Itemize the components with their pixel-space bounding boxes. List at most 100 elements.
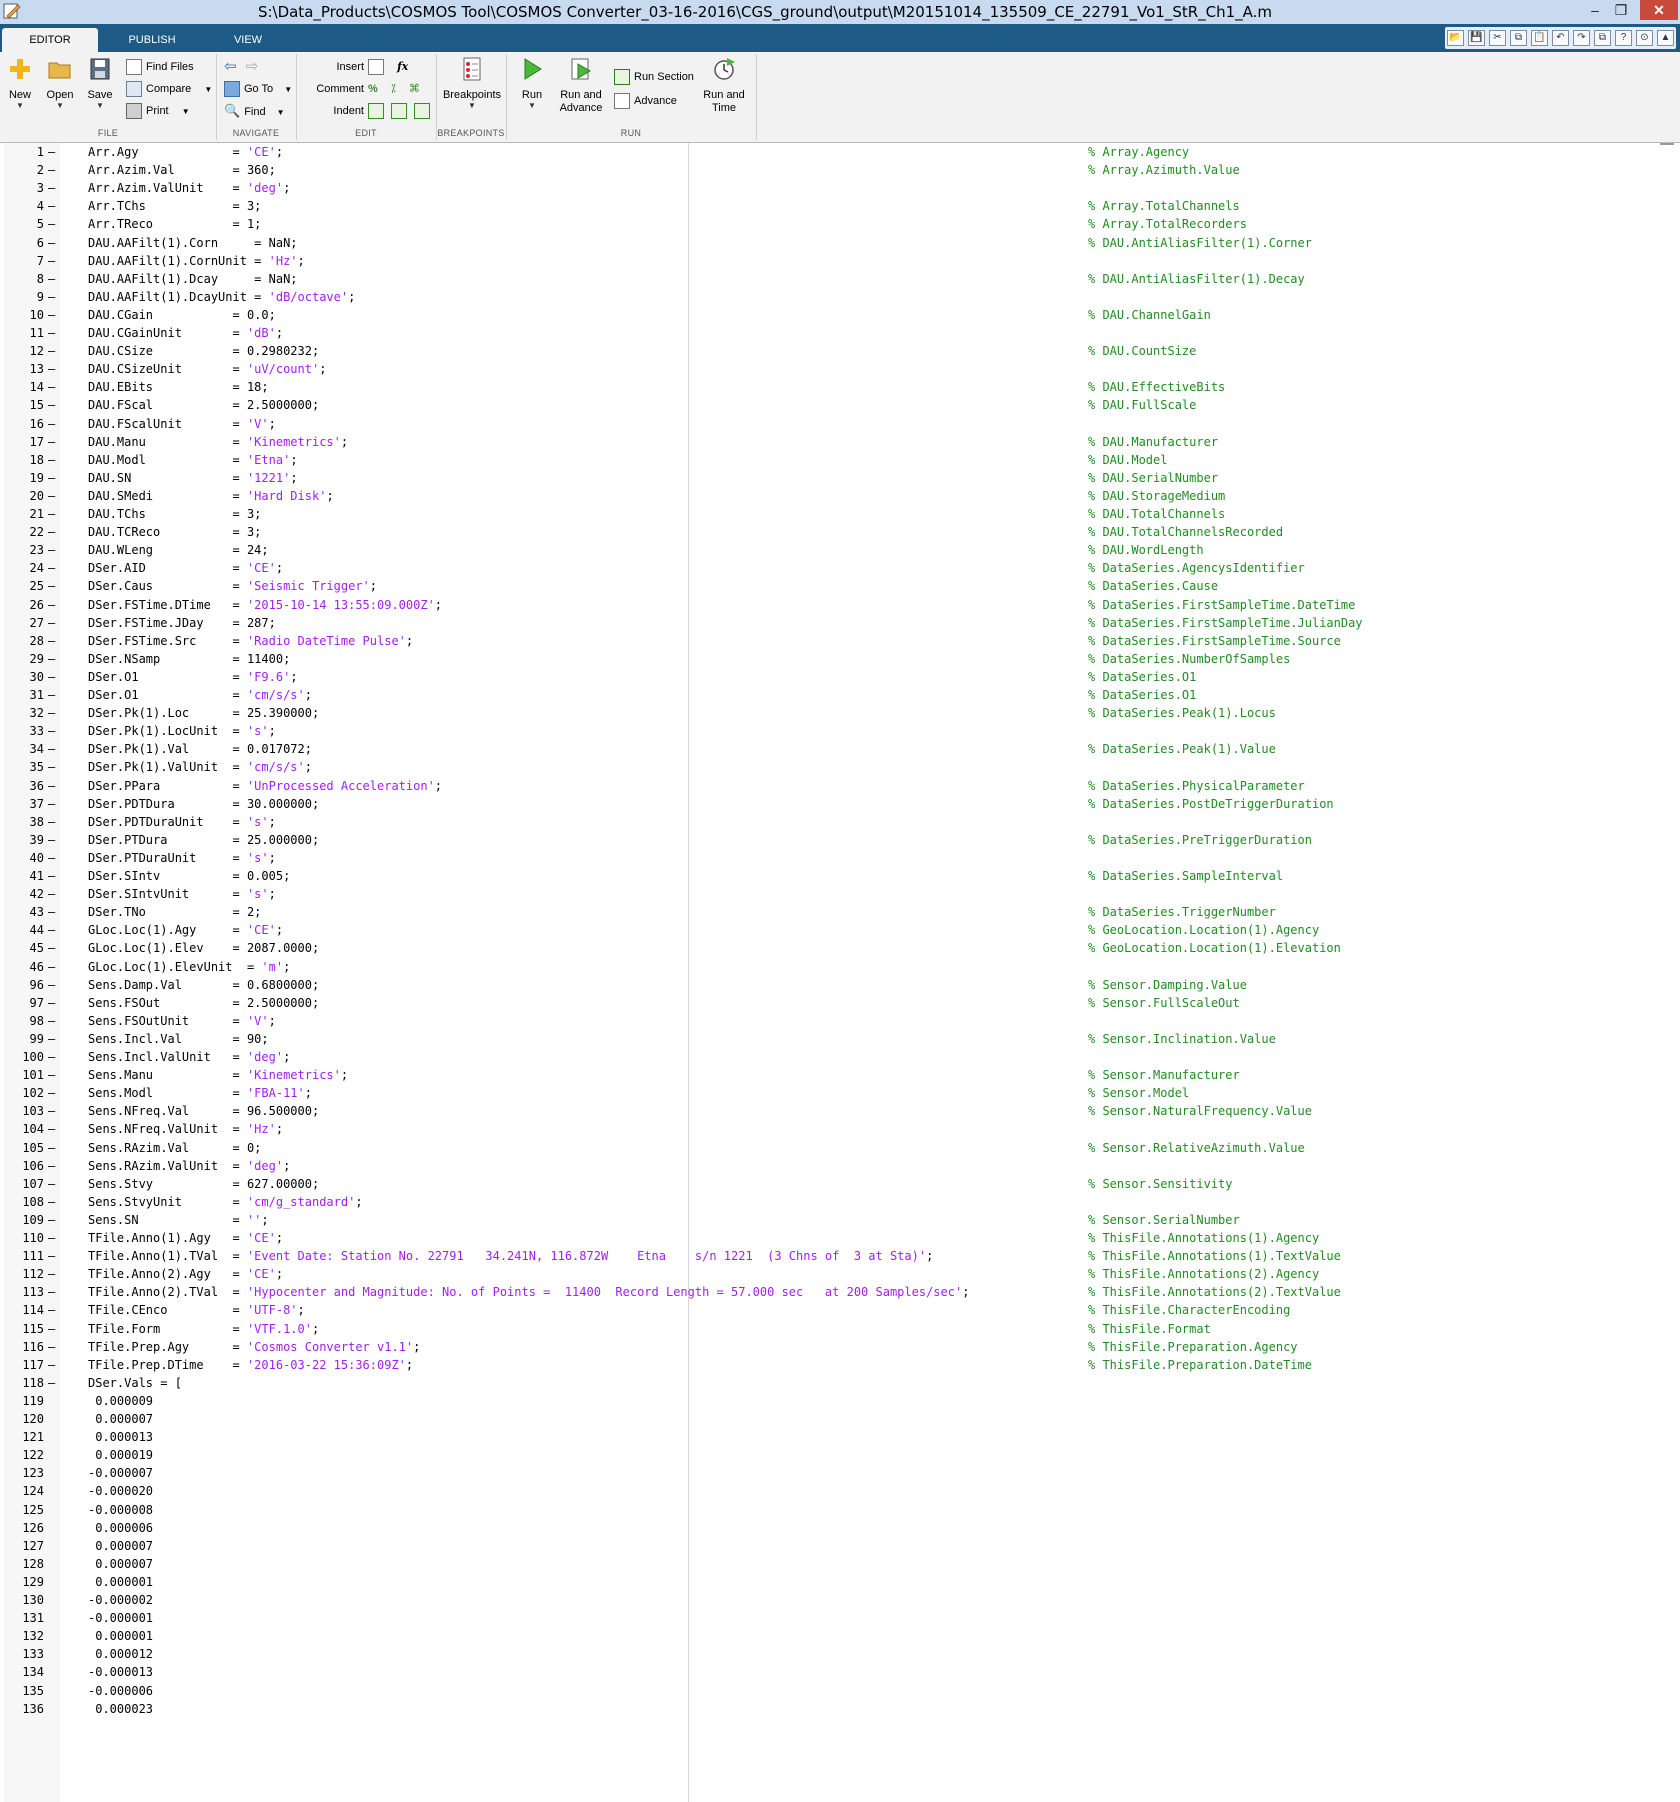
breakpoint-dash[interactable]: – <box>48 1301 55 1319</box>
breakpoint-dash[interactable]: – <box>48 885 55 903</box>
breakpoint-dash[interactable]: – <box>48 740 55 758</box>
breakpoint-dash[interactable]: – <box>48 342 55 360</box>
code-line[interactable]: 13– DAU.CSizeUnit = 'uV/count'; <box>0 360 1680 378</box>
code-line[interactable]: 97– Sens.FSOut = 2.5000000; % Sensor.FullS… <box>0 994 1680 1012</box>
code-line[interactable]: 112– TFile.Anno(2).Agy = 'CE'; % ThisFile.… <box>0 1265 1680 1283</box>
breakpoint-dash[interactable]: – <box>48 813 55 831</box>
code-line[interactable]: 98– Sens.FSOutUnit = 'V'; <box>0 1012 1680 1030</box>
breakpoint-dash[interactable]: – <box>48 143 55 161</box>
code-line[interactable]: 20– DAU.SMedi = 'Hard Disk'; % DAU.Storage… <box>0 487 1680 505</box>
breakpoints-button[interactable]: Breakpoints ▼ <box>440 56 504 110</box>
code-line[interactable]: 21– DAU.TChs = 3; % DAU.TotalChannels <box>0 505 1680 523</box>
new-button[interactable]: New ▼ <box>0 56 40 110</box>
code-line[interactable]: 38– DSer.PDTDuraUnit = 's'; <box>0 813 1680 831</box>
code-line[interactable]: 136 0.000023 <box>0 1700 1680 1718</box>
code-line[interactable]: 24– DSer.AID = 'CE'; % DataSeries.AgencysI… <box>0 559 1680 577</box>
code-line[interactable]: 9– DAU.AAFilt(1).DcayUnit = 'dB/octave'; <box>0 288 1680 306</box>
breakpoint-dash[interactable]: – <box>48 795 55 813</box>
breakpoint-dash[interactable]: – <box>48 1030 55 1048</box>
switch-windows-icon[interactable]: ⧉ <box>1594 30 1611 46</box>
increase-indent-icon[interactable] <box>391 103 408 120</box>
code-line[interactable]: 37– DSer.PDTDura = 30.000000; % DataSeries… <box>0 795 1680 813</box>
code-line[interactable]: 99– Sens.Incl.Val = 90; % Sensor.Inclinati… <box>0 1030 1680 1048</box>
code-line[interactable]: 10– DAU.CGain = 0.0; % DAU.ChannelGain <box>0 306 1680 324</box>
code-line[interactable]: 17– DAU.Manu = 'Kinemetrics'; % DAU.Manufa… <box>0 433 1680 451</box>
insert-function-icon[interactable]: fx <box>397 60 408 73</box>
code-line[interactable]: 110– TFile.Anno(1).Agy = 'CE'; % ThisFile.… <box>0 1229 1680 1247</box>
undo-icon[interactable]: ↶ <box>1552 30 1569 46</box>
breakpoint-dash[interactable]: – <box>48 252 55 270</box>
breakpoint-dash[interactable]: – <box>48 270 55 288</box>
code-line[interactable]: 101– Sens.Manu = 'Kinemetrics'; % Sensor.M… <box>0 1066 1680 1084</box>
tab-view[interactable]: VIEW <box>206 28 290 52</box>
code-line[interactable]: 45– GLoc.Loc(1).Elev = 2087.0000; % GeoLoc… <box>0 939 1680 957</box>
code-line[interactable]: 7– DAU.AAFilt(1).CornUnit = 'Hz'; <box>0 252 1680 270</box>
breakpoint-dash[interactable]: – <box>48 921 55 939</box>
code-line[interactable]: 6– DAU.AAFilt(1).Corn = NaN; % DAU.AntiAli… <box>0 234 1680 252</box>
code-line[interactable]: 118– DSer.Vals = [ <box>0 1374 1680 1392</box>
code-line[interactable]: 35– DSer.Pk(1).ValUnit = 'cm/s/s'; <box>0 758 1680 776</box>
breakpoint-dash[interactable]: – <box>48 396 55 414</box>
breakpoint-dash[interactable]: – <box>48 1066 55 1084</box>
code-line[interactable]: 122 0.000019 <box>0 1446 1680 1464</box>
advance-button[interactable]: Advance <box>614 90 677 112</box>
breakpoint-dash[interactable]: – <box>48 958 55 976</box>
code-line[interactable]: 23– DAU.WLeng = 24; % DAU.WordLength <box>0 541 1680 559</box>
breakpoint-dash[interactable]: – <box>48 1265 55 1283</box>
wrap-comments-icon[interactable]: ⌘ <box>409 83 420 95</box>
code-line[interactable]: 41– DSer.SIntv = 0.005; % DataSeries.Sampl… <box>0 867 1680 885</box>
breakpoint-dash[interactable]: – <box>48 1320 55 1338</box>
code-line[interactable]: 46– GLoc.Loc(1).ElevUnit = 'm'; <box>0 958 1680 976</box>
code-line[interactable]: 131 -0.000001 <box>0 1609 1680 1627</box>
save-button[interactable]: Save ▼ <box>80 56 120 110</box>
breakpoint-dash[interactable]: – <box>48 758 55 776</box>
breakpoint-dash[interactable]: – <box>48 433 55 451</box>
redo-icon[interactable]: ↷ <box>1573 30 1590 46</box>
code-line[interactable]: 40– DSer.PTDuraUnit = 's'; <box>0 849 1680 867</box>
code-line[interactable]: 22– DAU.TCReco = 3; % DAU.TotalChannelsRec… <box>0 523 1680 541</box>
code-line[interactable]: 119 0.000009 <box>0 1392 1680 1410</box>
code-line[interactable]: 100– Sens.Incl.ValUnit = 'deg'; <box>0 1048 1680 1066</box>
breakpoint-dash[interactable]: – <box>48 1211 55 1229</box>
breakpoint-dash[interactable]: – <box>48 1175 55 1193</box>
breakpoint-dash[interactable]: – <box>48 505 55 523</box>
code-line[interactable]: 107– Sens.Stvy = 627.00000; % Sensor.Sensi… <box>0 1175 1680 1193</box>
indent-button[interactable]: Indent <box>306 100 364 122</box>
code-line[interactable]: 8– DAU.AAFilt(1).Dcay = NaN; % DAU.AntiAli… <box>0 270 1680 288</box>
breakpoint-dash[interactable]: – <box>48 1139 55 1157</box>
breakpoint-dash[interactable]: – <box>48 903 55 921</box>
code-line[interactable]: 109– Sens.SN = ''; % Sensor.SerialNumber <box>0 1211 1680 1229</box>
breakpoint-dash[interactable]: – <box>48 831 55 849</box>
breakpoint-dash[interactable]: – <box>48 451 55 469</box>
code-line[interactable]: 134 -0.000013 <box>0 1663 1680 1681</box>
code-line[interactable]: 135 -0.000006 <box>0 1682 1680 1700</box>
code-line[interactable]: 11– DAU.CGainUnit = 'dB'; <box>0 324 1680 342</box>
code-line[interactable]: 102– Sens.Modl = 'FBA-11'; % Sensor.Model <box>0 1084 1680 1102</box>
code-line[interactable]: 129 0.000001 <box>0 1573 1680 1591</box>
breakpoint-dash[interactable]: – <box>48 469 55 487</box>
tab-editor[interactable]: EDITOR <box>2 28 98 52</box>
insert-button[interactable]: Insert <box>306 56 364 78</box>
code-line[interactable]: 127 0.000007 <box>0 1537 1680 1555</box>
run-and-time-button[interactable]: Run and Time <box>698 56 750 115</box>
breakpoint-dash[interactable]: – <box>48 704 55 722</box>
breakpoint-dash[interactable]: – <box>48 1102 55 1120</box>
smart-indent-icon[interactable] <box>368 103 384 120</box>
code-editor[interactable]: 1– Arr.Agy = 'CE';% Array.Agency 2– Arr.Azi… <box>0 143 1680 1802</box>
breakpoint-dash[interactable]: – <box>48 1338 55 1356</box>
breakpoint-dash[interactable]: – <box>48 1229 55 1247</box>
breakpoint-dash[interactable]: – <box>48 1120 55 1138</box>
breakpoint-dash[interactable]: – <box>48 1012 55 1030</box>
code-line[interactable]: 33– DSer.Pk(1).LocUnit = 's'; <box>0 722 1680 740</box>
code-line[interactable]: 126 0.000006 <box>0 1519 1680 1537</box>
breakpoint-dash[interactable]: – <box>48 722 55 740</box>
comment-button[interactable]: Comment <box>300 78 364 100</box>
breakpoint-dash[interactable]: – <box>48 487 55 505</box>
code-line[interactable]: 32– DSer.Pk(1).Loc = 25.390000; % DataSeri… <box>0 704 1680 722</box>
options-icon[interactable]: ⊙ <box>1636 30 1653 46</box>
breakpoint-dash[interactable]: – <box>48 179 55 197</box>
tab-publish[interactable]: PUBLISH <box>110 28 194 52</box>
code-line[interactable]: 12– DAU.CSize = 0.2980232; % DAU.CountSize <box>0 342 1680 360</box>
code-line[interactable]: 2– Arr.Azim.Val = 360; % Array.Azimuth.Val… <box>0 161 1680 179</box>
code-line[interactable]: 111– TFile.Anno(1).TVal = 'Event Date: St… <box>0 1247 1680 1265</box>
